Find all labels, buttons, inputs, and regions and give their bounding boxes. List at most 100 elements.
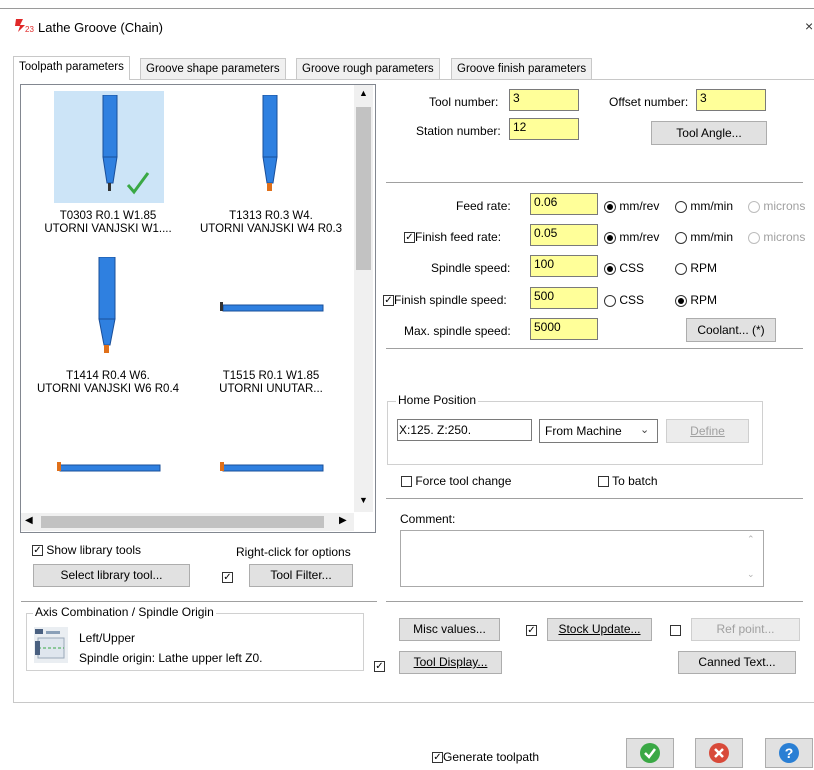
tool-library-list[interactable]: T0303 R0.1 W1.85 UTORNI VANJSKI W1.... T… — [20, 84, 376, 533]
tool-graphic-t1313[interactable] — [261, 94, 281, 198]
cancel-button[interactable] — [695, 738, 743, 768]
scroll-down-icon[interactable]: ▼ — [359, 495, 368, 505]
checkbox-checked-icon[interactable]: ✓ — [374, 661, 385, 673]
tool-label-t1414[interactable]: T1414 R0.4 W6. UTORNI VANJSKI W6 R0.4 — [28, 370, 188, 396]
ok-check-icon — [640, 743, 660, 763]
feed-rate-input[interactable]: 0.06 — [530, 193, 598, 215]
generate-toolpath-checkbox[interactable]: ✓Generate toolpath — [432, 750, 539, 764]
to-batch-checkbox[interactable]: To batch — [598, 474, 658, 488]
spindle-speed-label: Spindle speed: — [431, 261, 511, 275]
scroll-left-icon[interactable]: ◀ — [25, 515, 33, 526]
checkbox-checked-icon[interactable]: ✓ — [404, 232, 415, 244]
max-spindle-speed-input[interactable]: 5000 — [530, 318, 598, 340]
station-number-input[interactable]: 12 — [509, 118, 579, 140]
feed-units-mm-rev[interactable]: mm/rev — [604, 199, 659, 213]
feed-units-mm-min[interactable]: mm/min — [675, 199, 733, 213]
home-mode-select[interactable]: From Machine ⌄ — [539, 419, 658, 443]
vertical-scroll-thumb[interactable] — [356, 107, 371, 270]
finish-spindle-speed-input[interactable]: 500 — [530, 287, 598, 309]
checkbox-icon[interactable] — [401, 476, 412, 488]
checkbox-checked-icon[interactable]: ✓ — [432, 752, 443, 764]
finish-spindle-speed-checkbox[interactable]: ✓Finish spindle speed: — [383, 293, 507, 307]
checkbox-checked-icon[interactable]: ✓ — [222, 572, 233, 584]
select-library-tool-button[interactable]: Select library tool... — [33, 564, 190, 587]
tool-name: T1313 R0.3 W4. — [229, 210, 313, 222]
tab-groove-rough-parameters[interactable]: Groove rough parameters — [296, 58, 440, 79]
tool-display-checkbox[interactable]: ✓ — [374, 659, 385, 673]
define-button: Define — [666, 419, 749, 443]
offset-number-label: Offset number: — [609, 95, 689, 109]
mm-min-label: mm/min — [690, 230, 734, 244]
horizontal-scroll-thumb[interactable] — [41, 516, 324, 528]
home-position-input[interactable]: X:125. Z:250. — [397, 419, 532, 441]
checkbox-checked-icon[interactable]: ✓ — [32, 545, 43, 557]
close-icon[interactable]: × — [805, 18, 813, 34]
tab-groove-finish-parameters[interactable]: Groove finish parameters — [451, 58, 593, 79]
help-button[interactable]: ? — [765, 738, 813, 768]
microns-label: microns — [763, 230, 806, 244]
axis-combination-value[interactable]: Left/Upper — [79, 631, 135, 645]
tool-label-t1515[interactable]: T1515 R0.1 W1.85 UTORNI UNUTAR... — [191, 370, 351, 396]
coolant-button[interactable]: Coolant... (*) — [686, 318, 776, 342]
finish-feed-units-mm-rev[interactable]: mm/rev — [604, 230, 659, 244]
finish-feed-rate-checkbox[interactable]: ✓Finish feed rate: — [404, 230, 501, 244]
tool-label-t1313[interactable]: T1313 R0.3 W4. UTORNI VANJSKI W4 R0.3 — [191, 210, 351, 236]
tool-desc: UTORNI VANJSKI W6 R0.4 — [36, 383, 180, 395]
spindle-speed-input[interactable]: 100 — [530, 255, 598, 277]
stock-update-button[interactable]: Stock Update... — [547, 618, 652, 641]
misc-values-button[interactable]: Misc values... — [399, 618, 500, 641]
tool-graphic-t1515[interactable] — [219, 297, 325, 320]
comment-textarea[interactable]: ⌃ ⌄ — [400, 530, 764, 587]
finish-spindle-rpm-radio[interactable]: RPM — [675, 293, 717, 307]
ref-point-checkbox[interactable] — [670, 623, 681, 637]
offset-number-input[interactable]: 3 — [696, 89, 766, 111]
scroll-up-icon[interactable]: ▲ — [359, 88, 368, 98]
tab-groove-shape-parameters[interactable]: Groove shape parameters — [140, 58, 286, 79]
canned-text-button[interactable]: Canned Text... — [678, 651, 796, 674]
spindle-css-radio[interactable]: CSS — [604, 261, 644, 275]
rpm-label: RPM — [690, 293, 718, 307]
radio-selected-icon[interactable] — [604, 200, 616, 213]
right-click-hint: Right-click for options — [236, 545, 351, 559]
tool-label-t0303[interactable]: T0303 R0.1 W1.85 UTORNI VANJSKI W1.... — [28, 210, 188, 236]
tool-display-button[interactable]: Tool Display... — [399, 651, 502, 674]
ok-button[interactable] — [626, 738, 674, 768]
radio-icon[interactable] — [675, 231, 687, 244]
svg-text:?: ? — [785, 745, 794, 761]
feed-rate-label: Feed rate: — [456, 199, 511, 213]
radio-icon[interactable] — [675, 200, 687, 213]
radio-selected-icon[interactable] — [675, 294, 687, 307]
finish-spindle-css-radio[interactable]: CSS — [604, 293, 644, 307]
tool-graphic-t0303[interactable] — [94, 94, 154, 198]
tool-filter-button[interactable]: Tool Filter... — [249, 564, 353, 587]
spindle-rpm-radio[interactable]: RPM — [675, 261, 717, 275]
tool-graphic-partial-1[interactable] — [56, 457, 162, 480]
tool-number-input[interactable]: 3 — [509, 89, 579, 111]
lathe-axis-icon[interactable] — [34, 627, 68, 663]
horizontal-scrollbar[interactable]: ◀ ▶ — [21, 513, 354, 531]
cancel-x-icon — [709, 743, 729, 763]
radio-selected-icon[interactable] — [604, 231, 616, 244]
tool-graphic-partial-2[interactable] — [219, 457, 325, 480]
radio-icon[interactable] — [675, 262, 687, 275]
checkbox-checked-icon[interactable]: ✓ — [526, 625, 537, 637]
radio-icon[interactable] — [604, 294, 616, 307]
tool-angle-button[interactable]: Tool Angle... — [651, 121, 767, 145]
checkbox-icon[interactable] — [670, 625, 681, 637]
scroll-right-icon[interactable]: ▶ — [339, 515, 347, 526]
radio-selected-icon[interactable] — [604, 262, 616, 275]
checkbox-checked-icon[interactable]: ✓ — [383, 295, 394, 307]
checkbox-icon[interactable] — [598, 476, 609, 488]
show-library-tools-checkbox[interactable]: ✓ Show library tools — [32, 543, 141, 557]
tool-filter-checkbox[interactable]: ✓ — [222, 570, 233, 584]
force-tool-change-checkbox[interactable]: Force tool change — [401, 474, 511, 488]
chevron-down-icon[interactable]: ⌄ — [640, 423, 649, 436]
finish-feed-units-mm-min[interactable]: mm/min — [675, 230, 733, 244]
finish-feed-rate-input[interactable]: 0.05 — [530, 224, 598, 246]
tool-graphic-t1414[interactable] — [97, 256, 117, 360]
force-tool-change-label: Force tool change — [415, 474, 512, 488]
stock-update-checkbox[interactable]: ✓ — [526, 623, 537, 637]
tab-toolpath-parameters[interactable]: Toolpath parameters — [13, 56, 130, 80]
top-edge — [0, 0, 814, 9]
vertical-scrollbar[interactable]: ▲ ▼ — [354, 85, 373, 512]
